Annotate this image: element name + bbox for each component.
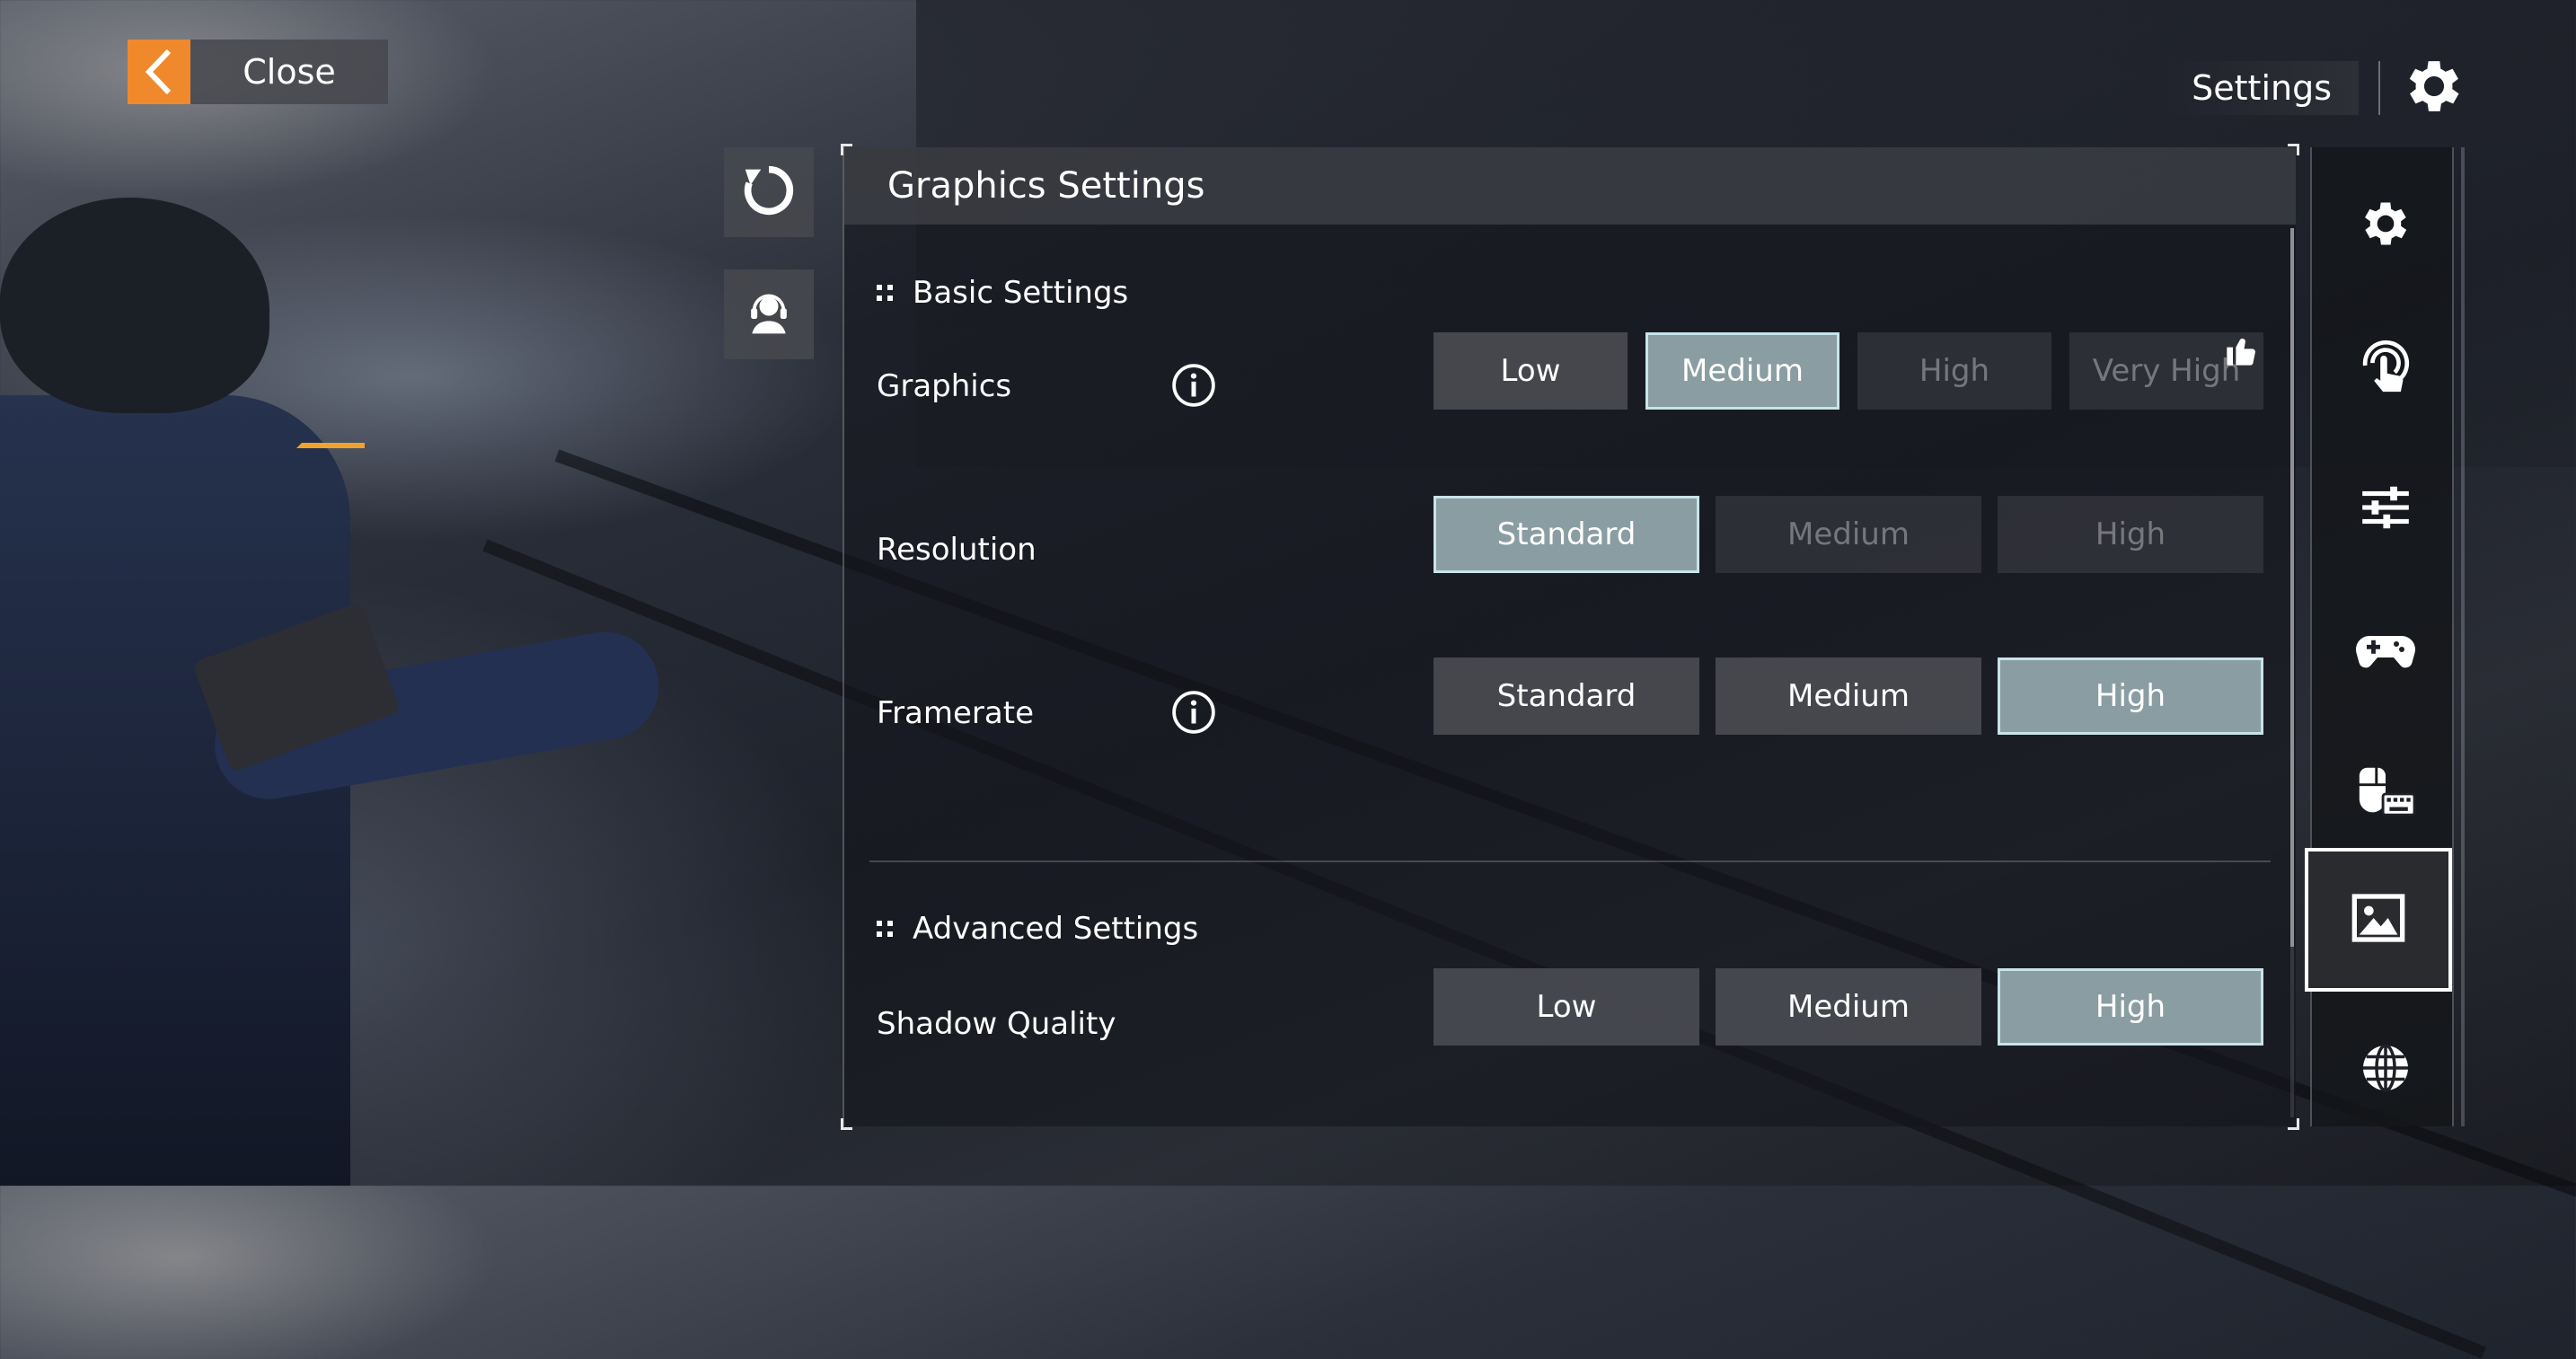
nav-scrollbar[interactable] xyxy=(2461,147,2465,1126)
customer-support-button[interactable] xyxy=(724,269,814,359)
panel-header: Graphics Settings xyxy=(844,147,2296,225)
sliders-icon xyxy=(2358,480,2413,539)
character-patch xyxy=(191,601,401,773)
option-label: Very High xyxy=(2092,353,2241,389)
nav-graphics[interactable] xyxy=(2305,848,2452,992)
general-icon xyxy=(2357,195,2414,256)
shadow-option-low[interactable]: Low xyxy=(1434,968,1699,1046)
section-title: Advanced Settings xyxy=(913,911,1199,947)
panel-corner xyxy=(841,1118,852,1130)
settings-title: Settings xyxy=(2165,61,2359,115)
reset-icon xyxy=(737,159,800,225)
panel-title: Graphics Settings xyxy=(887,165,1205,207)
graphics-icon xyxy=(2350,889,2407,950)
resolution-option-high[interactable]: High xyxy=(1998,496,2263,573)
headset-icon xyxy=(744,287,794,341)
nav-controller[interactable] xyxy=(2316,584,2456,719)
dots-icon xyxy=(877,285,893,301)
graphics-settings-panel: Graphics Settings Basic Settings Graphic… xyxy=(841,144,2299,1130)
info-icon[interactable] xyxy=(1171,690,1216,735)
graphics-option-high[interactable]: High xyxy=(1857,332,2051,410)
shadow-quality-label: Shadow Quality xyxy=(877,1006,1116,1042)
mouse-keyboard-icon xyxy=(2354,760,2417,826)
framerate-option-high[interactable]: High xyxy=(1998,657,2263,735)
gamepad-icon xyxy=(2353,617,2418,685)
top-settings: Settings xyxy=(2165,52,2468,124)
graphics-label: Graphics xyxy=(877,368,1012,404)
thumbs-up-icon xyxy=(2224,332,2260,376)
character-body xyxy=(0,395,350,1186)
back-arrow-icon xyxy=(128,40,190,104)
nav-mouse-keyboard[interactable] xyxy=(2316,726,2456,860)
divider xyxy=(2378,61,2380,115)
panel-scrollbar[interactable] xyxy=(2290,228,2294,1117)
graphics-option-very-high[interactable]: Very High xyxy=(2069,332,2263,410)
waypoint-marker xyxy=(296,418,365,448)
close-button[interactable]: Close xyxy=(128,40,388,104)
shadow-option-medium[interactable]: Medium xyxy=(1716,968,1981,1046)
shadow-option-high[interactable]: High xyxy=(1998,968,2263,1046)
character-arm xyxy=(206,623,667,808)
dots-icon xyxy=(877,921,893,937)
close-label: Close xyxy=(190,40,388,104)
framerate-option-medium[interactable]: Medium xyxy=(1716,657,1981,735)
character-head xyxy=(0,198,269,413)
touch-icon xyxy=(2354,334,2417,401)
section-title: Basic Settings xyxy=(913,275,1129,311)
graphics-option-medium[interactable]: Medium xyxy=(1645,332,1839,410)
nav-language[interactable] xyxy=(2316,1002,2456,1137)
reset-button[interactable] xyxy=(724,147,814,237)
globe-icon xyxy=(2359,1041,2413,1099)
scroll-thumb[interactable] xyxy=(2290,228,2294,947)
section-basic-settings: Basic Settings xyxy=(877,275,1128,311)
nav-touch[interactable] xyxy=(2316,300,2456,435)
graphics-option-low[interactable]: Low xyxy=(1434,332,1628,410)
framerate-label: Framerate xyxy=(877,695,1034,731)
framerate-option-standard[interactable]: Standard xyxy=(1434,657,1699,735)
nav-general[interactable] xyxy=(2316,158,2456,293)
section-advanced-settings: Advanced Settings xyxy=(877,911,1198,947)
nav-sliders[interactable] xyxy=(2316,442,2456,577)
section-divider xyxy=(869,860,2271,862)
gear-icon[interactable] xyxy=(2400,52,2468,124)
info-icon[interactable] xyxy=(1171,363,1216,408)
resolution-option-standard[interactable]: Standard xyxy=(1434,496,1699,573)
resolution-option-medium[interactable]: Medium xyxy=(1716,496,1981,573)
resolution-label: Resolution xyxy=(877,532,1037,568)
panel-corner xyxy=(2288,1118,2299,1130)
